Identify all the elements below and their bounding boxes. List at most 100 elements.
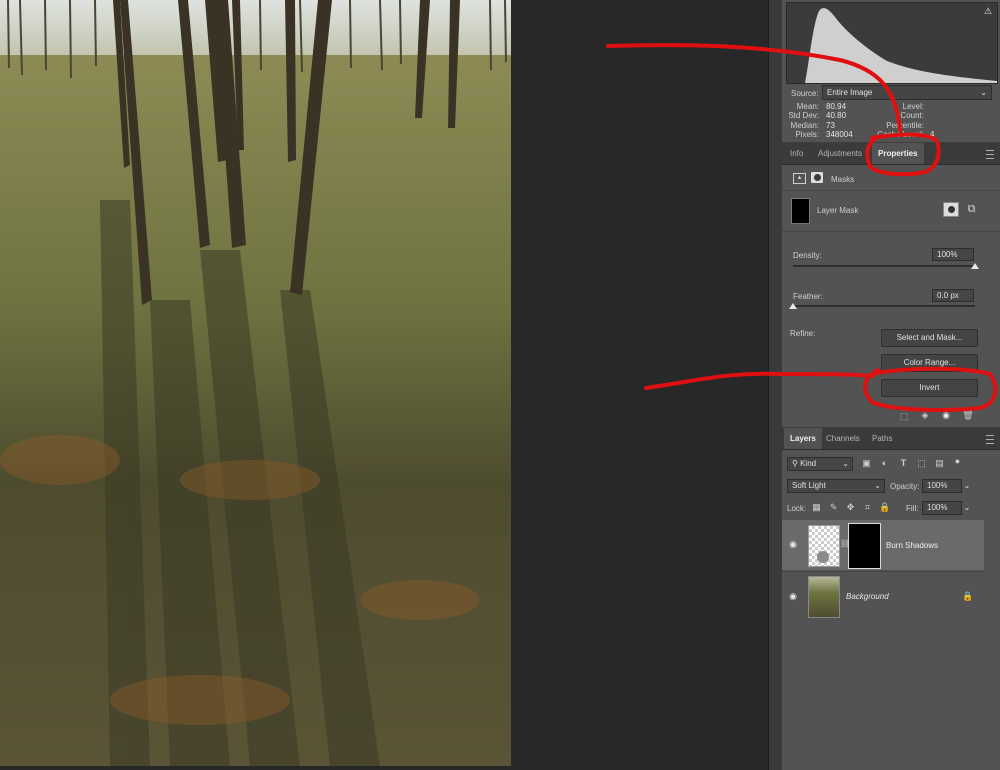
- mask-icon[interactable]: [811, 172, 823, 183]
- photo-image: [0, 0, 511, 766]
- panel-menu-icon[interactable]: [986, 150, 994, 159]
- density-slider-track[interactable]: [793, 265, 975, 267]
- panel-menu-icon[interactable]: [986, 435, 994, 444]
- layer-mask-label: Layer Mask: [817, 206, 859, 215]
- lock-all-icon[interactable]: 🔒: [879, 502, 890, 513]
- opacity-input[interactable]: 100% ⌄: [922, 479, 970, 493]
- layer-mask-thumbnail: [791, 198, 810, 224]
- eye-icon[interactable]: ◉: [786, 539, 800, 550]
- image-icon[interactable]: ▲: [793, 173, 806, 184]
- layers-panel: ⚲ Kind ⌄ ▣ ◐ T ⬚ ▤ ● Soft Light ⌄ Opacit…: [782, 450, 1000, 770]
- blend-mode-select[interactable]: Soft Light ⌄: [787, 479, 885, 493]
- histogram-source-select[interactable]: Entire Image ⌄: [822, 85, 992, 100]
- chevron-down-icon: ⌄: [980, 88, 987, 97]
- chevron-down-icon: ⌄: [842, 459, 849, 468]
- density-label: Density:: [793, 251, 822, 260]
- blend-mode-value: Soft Light: [792, 481, 826, 490]
- search-icon: ⚲: [792, 459, 801, 468]
- feather-input[interactable]: 0.0 px: [932, 289, 974, 302]
- chevron-down-icon[interactable]: ⌄: [961, 480, 972, 492]
- layer-filter-select[interactable]: ⚲ Kind ⌄: [787, 457, 853, 471]
- stat-mean-label: Mean:: [796, 102, 819, 111]
- opacity-value: 100%: [927, 481, 948, 490]
- filter-adjustment-icon[interactable]: ◐: [879, 458, 890, 468]
- invert-button[interactable]: Invert: [881, 379, 978, 397]
- layer-name[interactable]: Background: [846, 592, 889, 601]
- apply-mask-icon[interactable]: ◈: [919, 410, 931, 421]
- stat-percentile-label: Percentile:: [886, 121, 924, 130]
- tab-channels[interactable]: Channels: [820, 428, 866, 449]
- feather-value: 0.0 px: [937, 291, 959, 300]
- feather-slider-thumb[interactable]: [789, 303, 797, 309]
- filter-smartobject-icon[interactable]: ▤: [934, 458, 945, 469]
- stat-stddev-label: Std Dev:: [788, 111, 819, 120]
- lock-artboard-icon[interactable]: ⌗: [862, 502, 873, 513]
- chain-link-icon[interactable]: ⛓: [840, 539, 850, 548]
- layers-tabbar: Layers Channels Paths: [782, 428, 1000, 450]
- fill-input[interactable]: 100% ⌄: [922, 501, 970, 515]
- feather-slider-track[interactable]: [793, 305, 975, 307]
- properties-tabbar: Info Adjustments Properties: [782, 143, 1000, 165]
- stat-stddev-value: 40.80: [826, 111, 847, 120]
- layer-thumbnail: [808, 576, 840, 618]
- fill-value: 100%: [927, 503, 948, 512]
- filter-shape-icon[interactable]: ⬚: [916, 458, 927, 469]
- properties-panel: ▲ Masks Layer Mask ⧉ Density: 100% Feath…: [782, 165, 1000, 427]
- tab-info[interactable]: Info: [784, 143, 809, 164]
- histogram-graph: ⚠: [786, 2, 998, 84]
- lock-icon: 🔒: [962, 591, 974, 601]
- filter-pixel-icon[interactable]: ▣: [861, 458, 872, 469]
- tab-paths[interactable]: Paths: [866, 428, 898, 449]
- histogram-source-value: Entire Image: [827, 88, 873, 97]
- panels-dock: ⚠ Source: Entire Image ⌄ Mean: 80.94 Std…: [782, 0, 1000, 770]
- layer-filter-value: Kind: [800, 459, 817, 468]
- masks-label: Masks: [831, 175, 855, 184]
- filter-type-icon[interactable]: T: [898, 458, 909, 468]
- panel-divider[interactable]: [768, 0, 783, 770]
- stat-mean-value: 80.94: [826, 102, 847, 111]
- layer-thumbnail: [808, 525, 840, 567]
- histogram-panel: ⚠ Source: Entire Image ⌄ Mean: 80.94 Std…: [782, 0, 1000, 142]
- warning-icon[interactable]: ⚠: [983, 6, 993, 17]
- lock-brush-icon[interactable]: ✎: [828, 502, 839, 513]
- layer-row-background[interactable]: ◉ Background 🔒: [782, 571, 984, 620]
- vector-mask-icon[interactable]: ⧉: [965, 203, 978, 216]
- density-slider-thumb[interactable]: [971, 263, 979, 269]
- density-input[interactable]: 100%: [932, 248, 974, 261]
- tab-layers[interactable]: Layers: [784, 428, 822, 449]
- stat-pixels-label: Pixels:: [795, 130, 819, 139]
- stat-median-value: 73: [826, 121, 835, 130]
- histogram-source-label: Source:: [791, 89, 819, 98]
- feather-label: Feather:: [793, 292, 823, 301]
- lock-transparent-icon[interactable]: ▦: [811, 502, 822, 513]
- select-and-mask-button[interactable]: Select and Mask...: [881, 329, 978, 347]
- color-range-button[interactable]: Color Range...: [881, 354, 978, 372]
- chevron-down-icon[interactable]: ⌄: [961, 502, 972, 514]
- histogram-curve: [805, 8, 997, 83]
- tab-properties[interactable]: Properties: [872, 143, 924, 164]
- stat-level-label: Level:: [902, 102, 924, 111]
- stat-count-label: Count:: [900, 111, 924, 120]
- pixel-mask-icon[interactable]: [943, 202, 959, 217]
- chevron-down-icon: ⌄: [874, 481, 881, 490]
- layer-thumbnail-brush-mark: [817, 551, 829, 563]
- stat-cache-level-value: 4: [930, 130, 935, 139]
- layer-row-burn-shadows[interactable]: ◉ ⛓ Burn Shadows: [782, 520, 984, 570]
- load-selection-icon[interactable]: ⬚: [898, 411, 910, 422]
- layer-name[interactable]: Burn Shadows: [886, 541, 938, 550]
- trash-icon[interactable]: 🗑: [962, 410, 974, 421]
- stat-pixels-value: 348004: [826, 130, 853, 139]
- tab-adjustments[interactable]: Adjustments: [812, 143, 868, 164]
- refine-label: Refine:: [790, 329, 816, 338]
- divider-line: [782, 190, 1000, 191]
- filter-toggle-icon[interactable]: ●: [952, 456, 963, 466]
- stat-cache-level-label: Cache Level:: [877, 130, 924, 139]
- lock-move-icon[interactable]: ✥: [845, 502, 856, 513]
- divider-line: [782, 231, 1000, 232]
- document-canvas[interactable]: [0, 0, 768, 770]
- eye-icon[interactable]: ◉: [940, 410, 952, 421]
- stat-median-label: Median:: [790, 121, 819, 130]
- layer-mask-thumbnail[interactable]: [848, 523, 881, 569]
- opacity-label: Opacity:: [890, 482, 920, 491]
- eye-icon[interactable]: ◉: [786, 591, 800, 602]
